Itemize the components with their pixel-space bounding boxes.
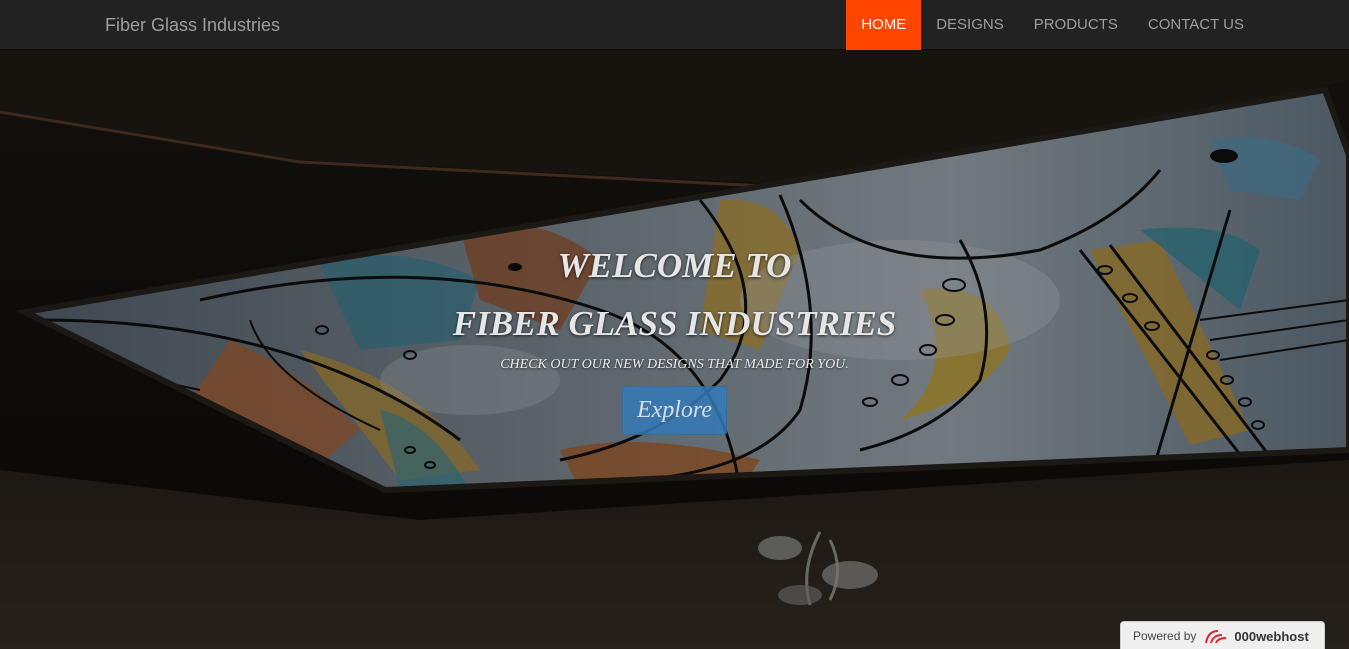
nav-link-designs[interactable]: DESIGNS <box>921 0 1019 50</box>
host-name: 000webhost <box>1234 628 1309 644</box>
nav-item-designs: DESIGNS <box>921 0 1019 50</box>
000webhost-logo-icon <box>1204 627 1228 645</box>
nav-item-home: HOME <box>846 0 922 50</box>
nav-link-home[interactable]: HOME <box>846 0 922 50</box>
brand-link[interactable]: Fiber Glass Industries <box>105 0 280 50</box>
hero-content: WELCOME TO FIBER GLASS INDUSTRIES CHECK … <box>0 50 1349 649</box>
nav-item-products: PRODUCTS <box>1019 0 1133 50</box>
powered-by-badge[interactable]: Powered by 000webhost <box>1120 621 1325 649</box>
nav-item-contact: CONTACT US <box>1133 0 1259 50</box>
nav-link-contact[interactable]: CONTACT US <box>1133 0 1259 50</box>
hero-section: WELCOME TO FIBER GLASS INDUSTRIES CHECK … <box>0 50 1349 649</box>
nav-link-products[interactable]: PRODUCTS <box>1019 0 1133 50</box>
top-navbar: Fiber Glass Industries HOME DESIGNS PROD… <box>0 0 1349 50</box>
nav-menu: HOME DESIGNS PRODUCTS CONTACT US <box>846 0 1259 50</box>
hero-subtitle: CHECK OUT OUR NEW DESIGNS THAT MADE FOR … <box>500 357 849 372</box>
hero-title-line1: WELCOME TO <box>557 246 792 285</box>
hero-title-line2: FIBER GLASS INDUSTRIES <box>452 304 897 343</box>
explore-button[interactable]: Explore <box>622 386 727 435</box>
powered-by-label: Powered by <box>1133 629 1197 643</box>
